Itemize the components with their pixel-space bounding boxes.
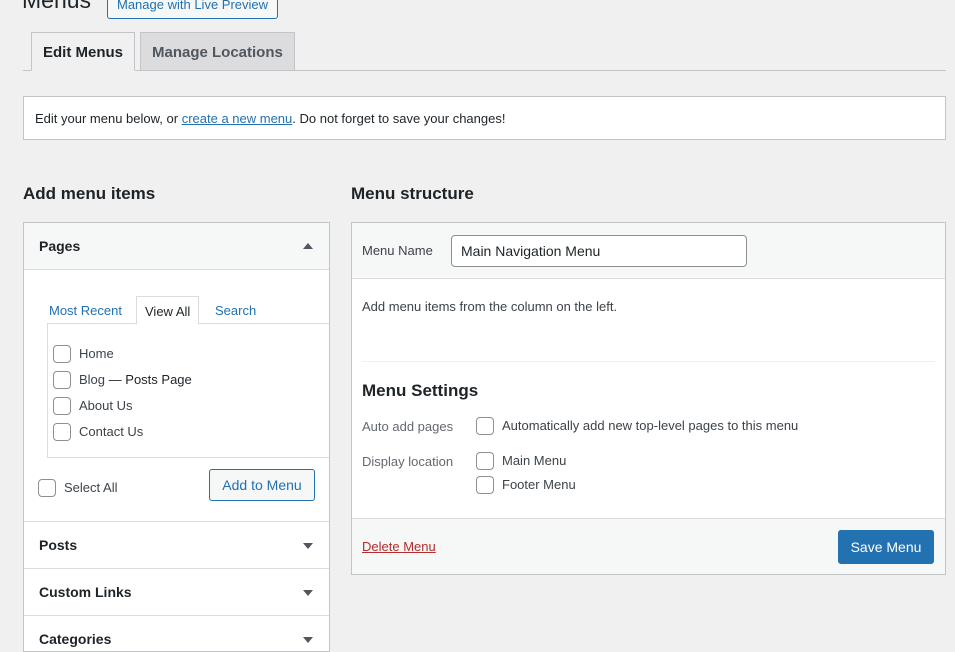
menu-settings-title: Menu Settings bbox=[362, 381, 479, 400]
pages-tab-most-recent[interactable]: Most Recent bbox=[49, 296, 122, 325]
expand-arrow-icon bbox=[303, 543, 313, 549]
accordion-categories[interactable]: Categories bbox=[24, 615, 329, 651]
add-to-menu-button[interactable]: Add to Menu bbox=[209, 469, 315, 501]
add-menu-items-panel: Pages Most Recent View All Search Home B… bbox=[23, 222, 330, 652]
tab-edit-menus[interactable]: Edit Menus bbox=[31, 32, 136, 71]
menu-name-header: Menu Name Main Navigation Menu bbox=[352, 223, 945, 279]
notice-suffix: . Do not forget to save your changes! bbox=[292, 111, 506, 126]
menu-name-label: Menu Name bbox=[362, 243, 433, 258]
divider bbox=[362, 361, 935, 362]
manage-live-preview-button[interactable]: Manage with Live Preview bbox=[107, 0, 279, 19]
menu-structure-title: Menu structure bbox=[351, 184, 474, 203]
location-label: Main Menu bbox=[502, 453, 567, 468]
menu-footer: Delete Menu Save Menu bbox=[352, 518, 945, 574]
collapse-arrow-icon bbox=[303, 243, 313, 249]
page-item-home[interactable]: Home bbox=[53, 344, 114, 364]
pages-tab-view-all[interactable]: View All bbox=[136, 296, 200, 325]
delete-menu-link[interactable]: Delete Menu bbox=[362, 539, 436, 554]
auto-add-pages-label: Auto add pages bbox=[362, 419, 454, 434]
accordion-pages-label: Pages bbox=[39, 238, 81, 254]
accordion-pages[interactable]: Pages bbox=[24, 223, 329, 270]
save-menu-button[interactable]: Save Menu bbox=[838, 530, 934, 564]
auto-add-pages-option[interactable]: Automatically add new top-level pages to… bbox=[476, 416, 798, 436]
notice-prefix: Edit your menu below, or bbox=[35, 111, 182, 126]
tab-manage-locations[interactable]: Manage Locations bbox=[140, 32, 295, 71]
accordion-custom-links[interactable]: Custom Links bbox=[24, 568, 329, 615]
create-new-menu-link[interactable]: create a new menu bbox=[182, 111, 293, 126]
page-item-contact-us[interactable]: Contact Us bbox=[53, 422, 143, 442]
checkbox[interactable] bbox=[53, 370, 71, 389]
checkbox[interactable] bbox=[476, 451, 494, 470]
accordion-categories-label: Categories bbox=[39, 631, 112, 647]
menu-name-input[interactable]: Main Navigation Menu bbox=[451, 235, 747, 267]
menu-help-text: Add menu items from the column on the le… bbox=[362, 299, 618, 314]
page-item-blog[interactable]: Blog — Posts Page bbox=[53, 370, 192, 390]
page-title: Menus bbox=[22, 0, 92, 13]
menu-structure-panel: Menu Name Main Navigation Menu Add menu … bbox=[351, 222, 946, 575]
location-footer-menu[interactable]: Footer Menu bbox=[476, 475, 576, 495]
expand-arrow-icon bbox=[303, 590, 313, 596]
add-menu-items-title: Add menu items bbox=[23, 184, 156, 203]
page-label-suffix: — Posts Page bbox=[108, 372, 192, 387]
checkbox[interactable] bbox=[53, 422, 71, 441]
page-label: Blog bbox=[79, 372, 106, 387]
checkbox[interactable] bbox=[53, 396, 71, 415]
auto-add-pages-text: Automatically add new top-level pages to… bbox=[502, 418, 799, 433]
select-all[interactable]: Select All bbox=[38, 478, 117, 498]
select-all-label: Select All bbox=[64, 480, 118, 495]
checkbox[interactable] bbox=[476, 416, 494, 435]
accordion-posts-label: Posts bbox=[39, 537, 78, 553]
page-label: Home bbox=[79, 346, 114, 361]
page-label: About Us bbox=[79, 398, 133, 413]
expand-arrow-icon bbox=[303, 637, 313, 643]
pages-checklist: Home Blog — Posts Page About Us Contact … bbox=[47, 323, 329, 458]
edit-notice: Edit your menu below, or create a new me… bbox=[23, 96, 946, 140]
accordion-posts[interactable]: Posts bbox=[24, 521, 329, 568]
display-location-label: Display location bbox=[362, 454, 454, 469]
checkbox[interactable] bbox=[53, 344, 71, 363]
pages-tab-search[interactable]: Search bbox=[215, 296, 256, 325]
page-item-about-us[interactable]: About Us bbox=[53, 396, 132, 416]
checkbox[interactable] bbox=[476, 475, 494, 494]
select-all-checkbox[interactable] bbox=[38, 478, 56, 497]
accordion-custom-links-label: Custom Links bbox=[39, 584, 132, 600]
location-label: Footer Menu bbox=[502, 477, 576, 492]
location-main-menu[interactable]: Main Menu bbox=[476, 451, 566, 471]
page-label: Contact Us bbox=[79, 424, 144, 439]
